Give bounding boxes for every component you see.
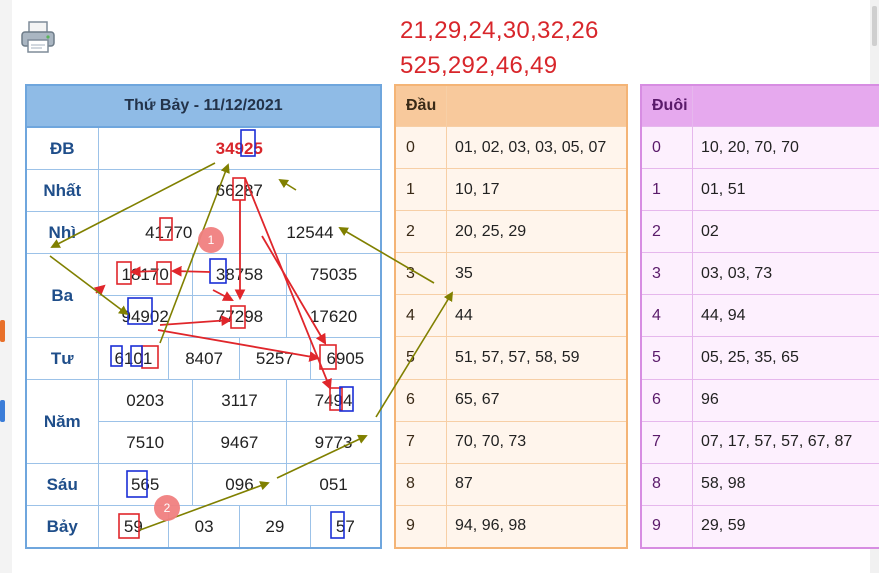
prize-value-bay: 57 (309, 505, 382, 549)
prize-label-sau: Sáu (25, 463, 99, 506)
prize-label-nhat: Nhất (25, 169, 99, 212)
duoi-key: 9 (640, 504, 693, 549)
prize-value-db: 34925 (97, 126, 382, 170)
prize-value-nam: 9467 (191, 421, 288, 464)
prize-value-sau: 565 (97, 463, 193, 506)
result-table: Thứ Bảy - 11/12/2021 ĐB 34925 Nhất 66287… (25, 84, 382, 549)
prize-value-nam: 9773 (286, 421, 382, 464)
prize-label-db: ĐB (25, 126, 99, 170)
dau-key: 7 (394, 420, 447, 464)
dau-key: 5 (394, 336, 447, 380)
prize-value-ba: 18170 (97, 253, 193, 296)
prize-value-nhat: 66287 (97, 169, 382, 212)
duoi-key: 7 (640, 420, 693, 464)
prize-value-nam: 7510 (97, 421, 193, 464)
prize-value-ba: 75035 (286, 253, 382, 296)
duoi-key: 0 (640, 126, 693, 170)
duoi-values: 10, 20, 70, 70 (692, 126, 879, 170)
dau-table: Đầu 0 01, 02, 03, 03, 05, 07 1 10, 17 2 20,… (394, 84, 628, 549)
dau-key: 8 (394, 462, 447, 506)
prize-value-tu: 5257 (238, 337, 311, 380)
left-sidebar-strip (0, 0, 12, 573)
printer-icon[interactable] (20, 20, 56, 54)
duoi-key: 3 (640, 252, 693, 296)
duoi-values: 58, 98 (692, 462, 879, 506)
prize-value-bay: 59 (97, 505, 170, 549)
duoi-values: 02 (692, 210, 879, 254)
dau-key: 9 (394, 504, 447, 549)
dau-values: 44 (446, 294, 628, 338)
duoi-key: 1 (640, 168, 693, 212)
duoi-values: 03, 03, 73 (692, 252, 879, 296)
dau-values: 65, 67 (446, 378, 628, 422)
scrollbar-thumb[interactable] (872, 6, 877, 46)
prize-value-ba: 94902 (97, 295, 193, 338)
prize-value-nhi: 41770 (97, 211, 240, 254)
duoi-values: 96 (692, 378, 879, 422)
prize-value-bay: 03 (168, 505, 240, 549)
prize-value-nam: 0203 (97, 379, 193, 422)
duoi-key: 4 (640, 294, 693, 338)
prize-label-ba: Ba (25, 253, 99, 338)
prediction-line-1: 21,29,24,30,32,26 (400, 17, 599, 44)
dau-values: 51, 57, 57, 58, 59 (446, 336, 628, 380)
duoi-values: 29, 59 (692, 504, 879, 549)
prize-label-bay: Bảy (25, 505, 99, 549)
dau-key: 4 (394, 294, 447, 338)
prize-value-ba: 17620 (286, 295, 382, 338)
prize-value-ba: 77298 (191, 295, 288, 338)
result-header: Thứ Bảy - 11/12/2021 (25, 84, 382, 128)
prize-value-bay: 29 (238, 505, 311, 549)
sidebar-marker (0, 320, 5, 342)
prize-value-tu: 6905 (309, 337, 382, 380)
prize-value-tu: 8407 (168, 337, 240, 380)
dau-values: 10, 17 (446, 168, 628, 212)
prize-label-nhi: Nhì (25, 211, 99, 254)
duoi-values: 05, 25, 35, 65 (692, 336, 879, 380)
prize-value-sau: 096 (191, 463, 288, 506)
duoi-key: 8 (640, 462, 693, 506)
dau-key: 2 (394, 210, 447, 254)
dau-key: 1 (394, 168, 447, 212)
dau-header: Đầu (394, 84, 447, 128)
prize-value-sau: 051 (286, 463, 382, 506)
duoi-header: Đuôi (640, 84, 693, 128)
dau-header-blank (446, 84, 628, 128)
prize-value-nam: 7494 (286, 379, 382, 422)
prize-label-tu: Tư (25, 337, 99, 380)
prize-value-nhi: 12544 (238, 211, 382, 254)
dau-values: 70, 70, 73 (446, 420, 628, 464)
duoi-values: 44, 94 (692, 294, 879, 338)
prize-value-nam: 3117 (191, 379, 288, 422)
prediction-line-2: 525,292,46,49 (400, 52, 558, 79)
duoi-key: 2 (640, 210, 693, 254)
duoi-key: 6 (640, 378, 693, 422)
prize-label-nam: Năm (25, 379, 99, 464)
dau-key: 3 (394, 252, 447, 296)
duoi-values: 07, 17, 57, 57, 67, 87 (692, 420, 879, 464)
prize-value-ba: 38758 (191, 253, 288, 296)
dau-values: 87 (446, 462, 628, 506)
duoi-table: Đuôi 0 10, 20, 70, 70 1 01, 51 2 02 3 03, 03… (640, 84, 879, 549)
dau-values: 35 (446, 252, 628, 296)
dau-values: 20, 25, 29 (446, 210, 628, 254)
duoi-values: 01, 51 (692, 168, 879, 212)
sidebar-marker (0, 400, 5, 422)
duoi-key: 5 (640, 336, 693, 380)
dau-key: 0 (394, 126, 447, 170)
dau-values: 94, 96, 98 (446, 504, 628, 549)
dau-key: 6 (394, 378, 447, 422)
dau-values: 01, 02, 03, 03, 05, 07 (446, 126, 628, 170)
duoi-header-blank (692, 84, 879, 128)
prize-value-tu: 6101 (97, 337, 170, 380)
